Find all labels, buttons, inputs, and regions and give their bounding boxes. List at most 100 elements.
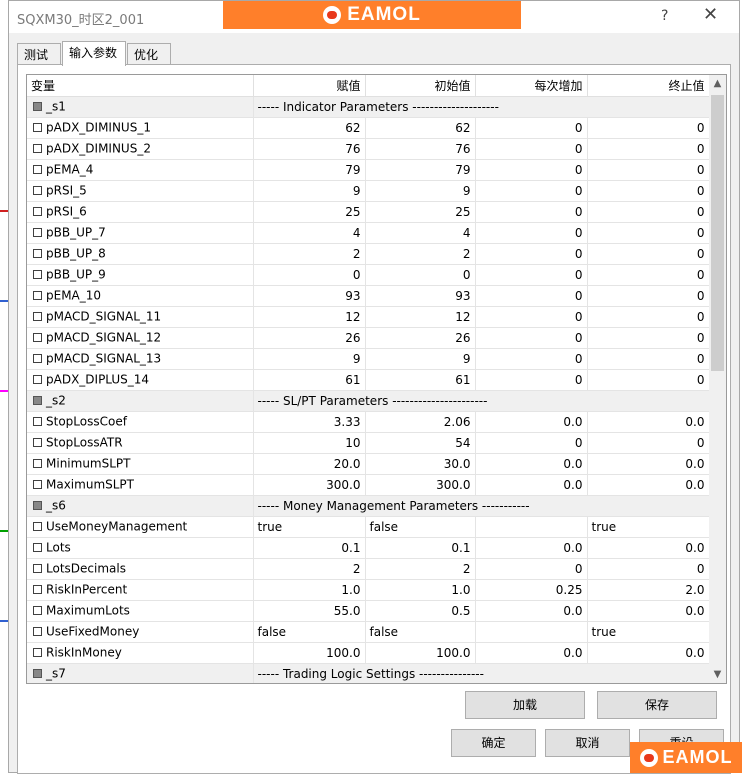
step-cell[interactable]: 0.0 [475,642,588,664]
stop-cell[interactable]: true [587,516,710,538]
stop-cell[interactable]: 0 [587,264,710,286]
checkbox[interactable] [33,165,42,175]
tab-test[interactable]: 测试 [17,43,61,65]
start-cell[interactable]: 2 [365,243,476,265]
step-cell[interactable]: 0.0 [475,453,588,475]
step-cell[interactable]: 0 [475,348,588,370]
start-cell[interactable]: 300.0 [365,474,476,496]
start-cell[interactable]: 26 [365,327,476,349]
stop-cell[interactable]: 0 [587,117,710,139]
cancel-button[interactable]: 取消 [545,729,630,757]
value-cell[interactable]: 79 [253,159,366,181]
stop-cell[interactable]: 0.0 [587,453,710,475]
value-cell[interactable]: 300.0 [253,474,366,496]
step-cell[interactable]: 0 [475,558,588,580]
parameter-row[interactable]: pADX_DIPLUS_14 61 61 0 0 [27,369,710,391]
stop-cell[interactable]: 0 [587,138,710,160]
parameter-row[interactable]: UseFixedMoney false false true [27,621,710,643]
checkbox[interactable] [33,438,42,448]
parameter-row[interactable]: MaximumLots 55.0 0.5 0.0 0.0 [27,600,710,622]
start-cell[interactable]: 1.0 [365,579,476,601]
scrollbar-thumb[interactable] [711,95,724,371]
value-cell[interactable]: 62 [253,117,366,139]
group-row[interactable]: _s2 ----- SL/PT Parameters --------------… [27,390,710,412]
checkbox[interactable] [33,396,42,406]
step-cell[interactable]: 0 [475,285,588,307]
step-cell[interactable]: 0.0 [475,537,588,559]
value-cell[interactable]: 20.0 [253,453,366,475]
value-cell[interactable]: 9 [253,348,366,370]
checkbox[interactable] [33,459,42,469]
vertical-scrollbar[interactable]: ▲ ▼ [709,75,726,683]
start-cell[interactable]: 100.0 [365,642,476,664]
start-cell[interactable]: 9 [365,180,476,202]
checkbox[interactable] [33,186,42,196]
checkbox[interactable] [33,270,42,280]
save-button[interactable]: 保存 [597,691,717,719]
parameter-row[interactable]: pMACD_SIGNAL_11 12 12 0 0 [27,306,710,328]
value-cell[interactable]: 3.33 [253,411,366,433]
column-header-variable[interactable]: 变量 [27,75,254,97]
parameter-row[interactable]: pBB_UP_8 2 2 0 0 [27,243,710,265]
parameter-row[interactable]: pBB_UP_7 4 4 0 0 [27,222,710,244]
start-cell[interactable]: 61 [365,369,476,391]
step-cell[interactable] [475,621,588,643]
value-cell[interactable]: 9 [253,180,366,202]
checkbox[interactable] [33,102,42,112]
group-row[interactable]: _s6 ----- Money Management Parameters ---… [27,495,710,517]
step-cell[interactable]: 0 [475,243,588,265]
value-cell[interactable]: 76 [253,138,366,160]
parameter-row[interactable]: pRSI_5 9 9 0 0 [27,180,710,202]
step-cell[interactable] [475,516,588,538]
start-cell[interactable]: false [365,516,476,538]
stop-cell[interactable]: 0 [587,558,710,580]
checkbox[interactable] [33,333,42,343]
step-cell[interactable]: 0 [475,159,588,181]
value-cell[interactable]: 26 [253,327,366,349]
checkbox[interactable] [33,669,42,679]
step-cell[interactable]: 0.25 [475,579,588,601]
value-cell[interactable]: 2 [253,243,366,265]
stop-cell[interactable]: 2.0 [587,579,710,601]
load-button[interactable]: 加载 [465,691,585,719]
stop-cell[interactable]: 0 [587,201,710,223]
checkbox[interactable] [33,354,42,364]
value-cell[interactable]: 55.0 [253,600,366,622]
start-cell[interactable]: 0.1 [365,537,476,559]
stop-cell[interactable]: 0 [587,180,710,202]
close-icon[interactable]: ✕ [703,4,718,25]
value-cell[interactable]: false [253,621,366,643]
stop-cell[interactable]: 0.0 [587,474,710,496]
checkbox[interactable] [33,291,42,301]
tab-input-parameters[interactable]: 输入参数 [62,41,126,66]
parameter-row[interactable]: pADX_DIMINUS_1 62 62 0 0 [27,117,710,139]
start-cell[interactable]: 25 [365,201,476,223]
checkbox[interactable] [33,585,42,595]
value-cell[interactable]: true [253,516,366,538]
stop-cell[interactable]: 0 [587,327,710,349]
parameter-row[interactable]: MinimumSLPT 20.0 30.0 0.0 0.0 [27,453,710,475]
start-cell[interactable]: 62 [365,117,476,139]
stop-cell[interactable]: 0 [587,222,710,244]
help-button[interactable]: ? [661,8,668,24]
checkbox[interactable] [33,648,42,658]
checkbox[interactable] [33,480,42,490]
group-row[interactable]: _s1 ----- Indicator Parameters ----------… [27,96,710,118]
value-cell[interactable]: 2 [253,558,366,580]
start-cell[interactable]: 93 [365,285,476,307]
stop-cell[interactable]: 0 [587,432,710,454]
parameter-row[interactable]: RiskInPercent 1.0 1.0 0.25 2.0 [27,579,710,601]
checkbox[interactable] [33,543,42,553]
stop-cell[interactable]: 0 [587,159,710,181]
checkbox[interactable] [33,501,42,511]
step-cell[interactable]: 0.0 [475,411,588,433]
parameter-row[interactable]: StopLossATR 10 54 0 0 [27,432,710,454]
parameter-row[interactable]: pRSI_6 25 25 0 0 [27,201,710,223]
checkbox[interactable] [33,249,42,259]
step-cell[interactable]: 0 [475,138,588,160]
step-cell[interactable]: 0 [475,306,588,328]
start-cell[interactable]: 2 [365,558,476,580]
value-cell[interactable]: 25 [253,201,366,223]
step-cell[interactable]: 0 [475,432,588,454]
scroll-up-icon[interactable]: ▲ [709,75,726,92]
